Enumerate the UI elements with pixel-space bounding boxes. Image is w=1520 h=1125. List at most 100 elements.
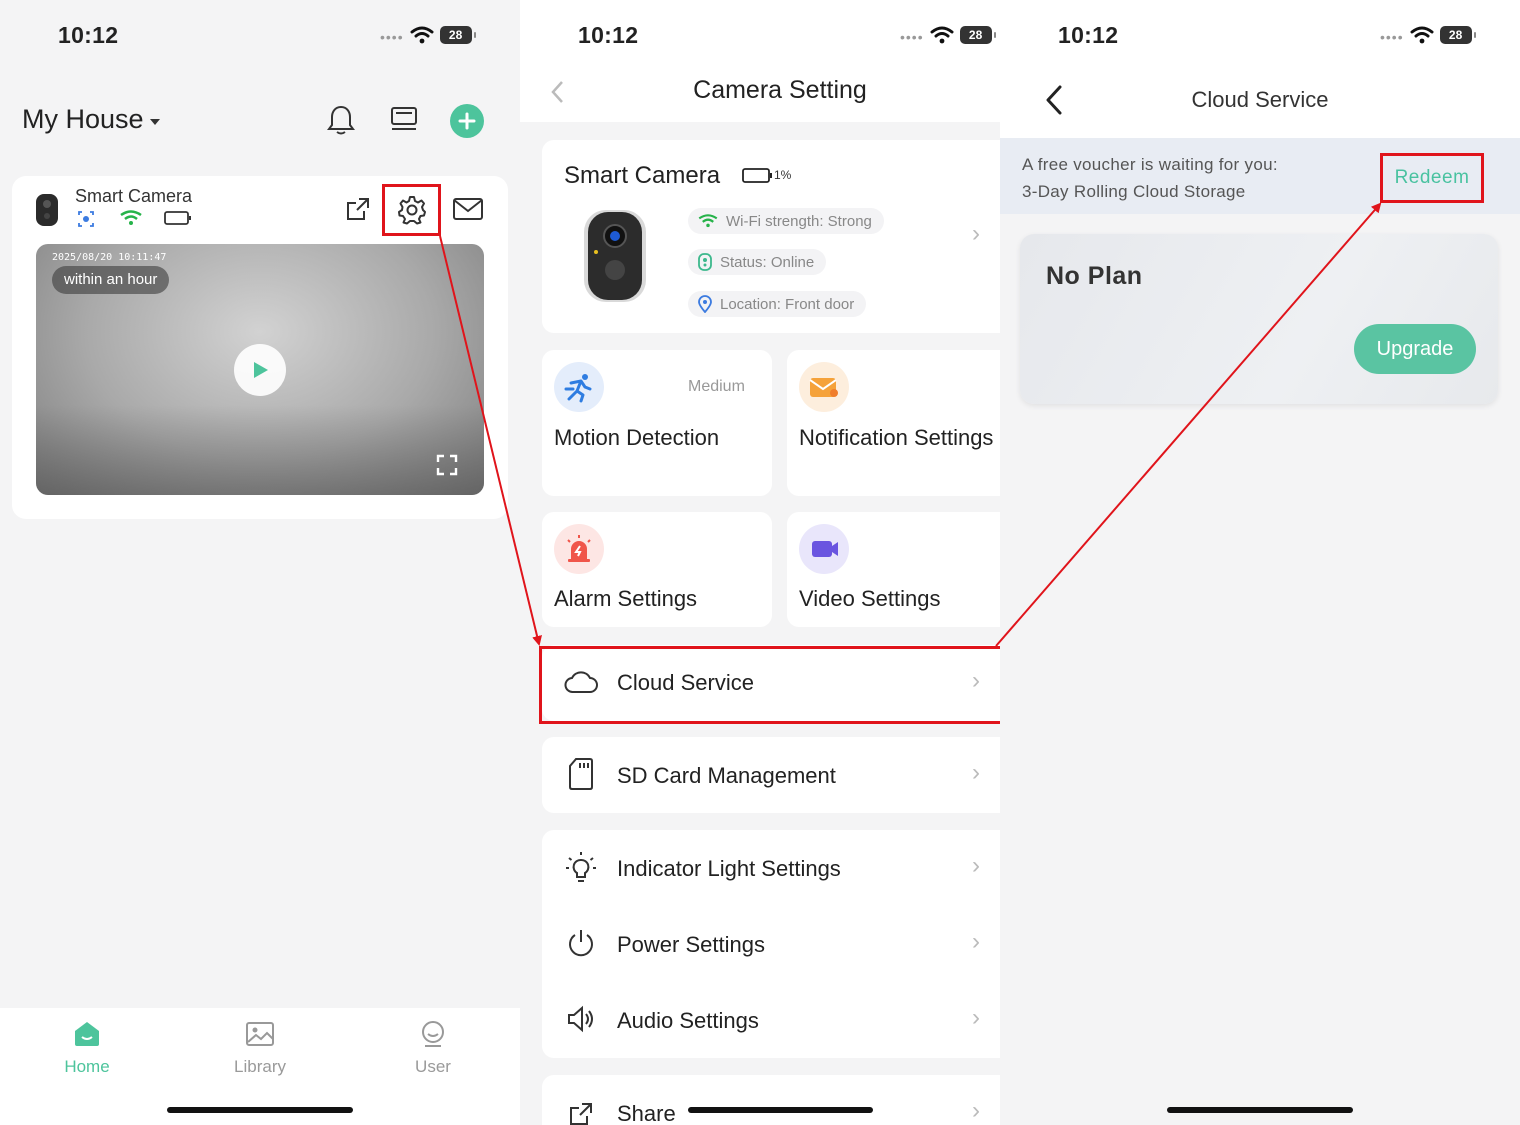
tile-video-settings[interactable]: Video Settings [787, 512, 1000, 627]
alarm-icon [554, 524, 604, 574]
plan-card: No Plan Upgrade [1020, 234, 1498, 404]
motion-icon [554, 362, 604, 412]
signal-icon: •••• [900, 29, 924, 45]
user-icon [422, 1021, 444, 1047]
location-text: Location: Front door [720, 295, 855, 313]
video-timestamp: 2025/08/20 10:11:47 [52, 252, 167, 263]
caret-down-icon [149, 118, 160, 125]
house-selector[interactable]: My House [22, 104, 160, 135]
fullscreen-icon[interactable] [436, 454, 458, 476]
camera-card[interactable]: Smart Camera 2025/08/20 10:11:47 within … [12, 176, 508, 519]
status-pill: Status: Online [688, 249, 827, 275]
tile-label: Motion Detection [554, 425, 720, 450]
share-icon [570, 1103, 592, 1125]
battery-icon: 28 [1439, 26, 1476, 44]
chevron-right-icon: › [972, 759, 980, 786]
status-icons: •••• 28 [900, 22, 996, 48]
camera-thumbnail-icon [36, 194, 58, 226]
status-time: 10:12 [578, 22, 639, 48]
settings-group: Indicator Light Settings › Power Setting… [542, 830, 1000, 1058]
row-sd-card[interactable]: SD Card Management › [542, 737, 1000, 813]
mail-icon[interactable] [452, 196, 484, 222]
tab-home[interactable]: Home [37, 1020, 137, 1077]
battery-icon: 28 [959, 26, 996, 44]
wifi-signal-icon [698, 214, 718, 228]
home-icon [75, 1022, 99, 1046]
wifi-strength-pill: Wi-Fi strength: Strong [688, 208, 884, 234]
plus-icon [458, 112, 476, 130]
voucher-line-1: A free voucher is waiting for you: [1022, 155, 1278, 174]
row-label: SD Card Management [617, 763, 836, 788]
chevron-right-icon: › [972, 1004, 980, 1031]
row-label: Indicator Light Settings [617, 856, 841, 881]
location-pin-icon [698, 295, 712, 313]
power-icon [569, 930, 593, 957]
signal-icon: •••• [1380, 29, 1404, 45]
status-time: 10:12 [58, 22, 119, 48]
add-device-button[interactable] [450, 104, 484, 138]
light-bulb-icon [566, 852, 596, 882]
device-battery-label: 1% [774, 168, 792, 182]
camera-battery-icon [164, 211, 191, 225]
upgrade-button[interactable]: Upgrade [1354, 324, 1476, 374]
camera-setting-screen: 10:12 •••• 28 Camera Setting Smart Camer… [520, 0, 1000, 1125]
home-indicator [167, 1107, 353, 1113]
wifi-icon [1410, 26, 1434, 44]
battery-icon: 28 [439, 26, 476, 44]
row-label: Power Settings [617, 932, 765, 957]
camera-name: Smart Camera [75, 186, 193, 206]
status-icons: •••• 28 [1380, 22, 1476, 48]
signal-icon: •••• [380, 29, 404, 45]
detection-icon [78, 211, 94, 227]
highlight-cloud-service [539, 646, 1000, 724]
cloud-service-screen: 10:12 •••• 28 Cloud Service A free vouch… [1000, 0, 1520, 1125]
home-indicator [688, 1107, 873, 1113]
camera-product-image [584, 210, 646, 302]
gear-icon[interactable] [397, 195, 427, 225]
voucher-text: A free voucher is waiting for you: 3-Day… [1022, 151, 1278, 205]
tile-alarm-settings[interactable]: Alarm Settings [542, 512, 772, 627]
video-preview[interactable]: 2025/08/20 10:11:47 within an hour [36, 244, 484, 495]
row-label: Audio Settings [617, 1008, 759, 1033]
bell-icon[interactable] [326, 104, 356, 136]
device-battery-icon [742, 168, 772, 183]
tile-label: Alarm Settings [554, 586, 698, 611]
location-pill: Location: Front door [688, 291, 867, 317]
row-power-settings[interactable]: Power Settings › [542, 906, 1000, 982]
tab-label: Library [234, 1057, 286, 1076]
tile-label: Video Settings [799, 586, 941, 611]
video-icon [799, 524, 849, 574]
tab-library[interactable]: Library [210, 1020, 310, 1077]
chevron-right-icon: › [972, 852, 980, 879]
tile-notification-settings[interactable]: Notification Settings [787, 350, 1000, 496]
tab-label: User [415, 1057, 451, 1076]
highlight-redeem [1380, 153, 1484, 203]
row-label: Share [617, 1101, 676, 1125]
device-card[interactable]: Smart Camera 1% Wi-Fi strength: Strong S… [542, 140, 1000, 333]
devices-icon[interactable] [389, 106, 419, 134]
sd-card-icon [569, 758, 593, 790]
page-title: Camera Setting [693, 76, 867, 104]
home-indicator [1167, 1107, 1353, 1113]
share-icon[interactable] [345, 196, 371, 222]
online-status-icon [698, 253, 712, 271]
row-share[interactable]: Share › [542, 1075, 1000, 1125]
play-icon [254, 362, 268, 378]
row-indicator-light[interactable]: Indicator Light Settings › [542, 830, 1000, 906]
header [1000, 0, 1520, 138]
device-name: Smart Camera [564, 162, 721, 189]
tile-motion-detection[interactable]: Medium Motion Detection [542, 350, 772, 496]
play-button[interactable] [234, 344, 286, 396]
status-icons: •••• 28 [380, 22, 476, 48]
voucher-line-2: 3-Day Rolling Cloud Storage [1022, 182, 1246, 201]
home-screen: 10:12 •••• 28 My House Smart Camera 2025… [0, 0, 520, 1125]
chevron-right-icon: › [972, 220, 980, 247]
status-time: 10:12 [1058, 22, 1119, 48]
chevron-right-icon: › [972, 1097, 980, 1124]
notification-icon [799, 362, 849, 412]
speaker-icon [568, 1005, 593, 1033]
tab-user[interactable]: User [383, 1020, 483, 1077]
row-audio-settings[interactable]: Audio Settings › [542, 982, 1000, 1058]
house-title: My House [22, 104, 144, 134]
chevron-right-icon: › [972, 928, 980, 955]
